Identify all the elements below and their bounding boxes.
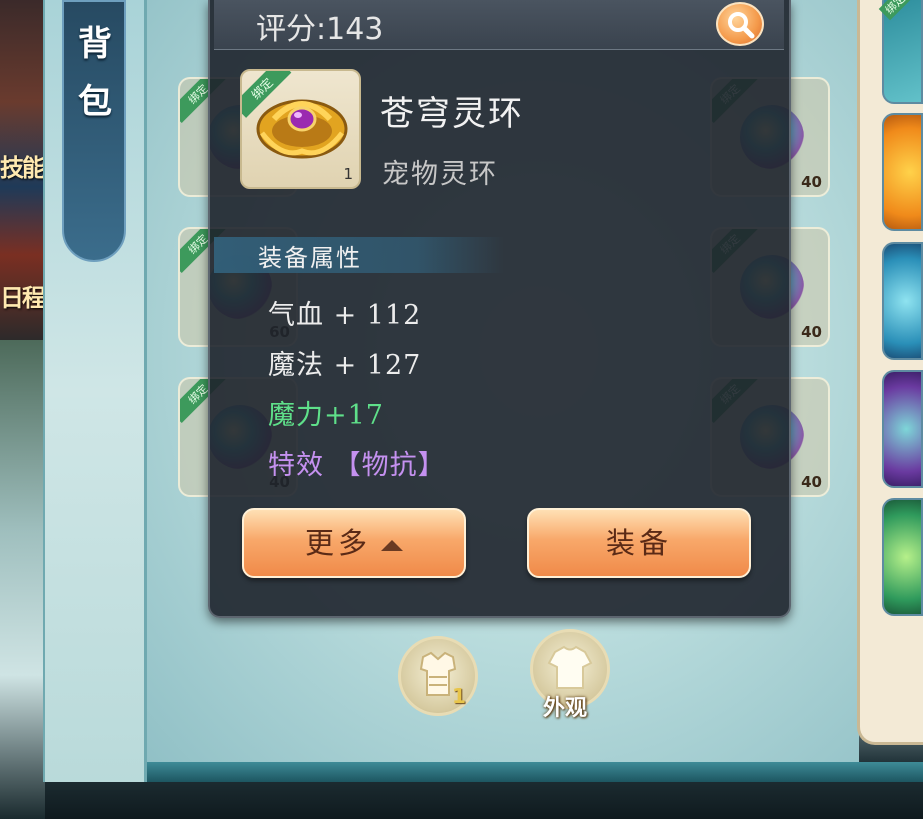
- more-button-label: 更多: [304, 526, 371, 560]
- bag-tab-char-2: 包: [78, 82, 112, 122]
- left-edge-art: 技能 日程: [0, 0, 46, 340]
- slot-level: 40: [801, 173, 822, 191]
- search-icon: [728, 12, 755, 39]
- chevron-up-icon: [381, 539, 403, 551]
- attribute-effect: 特效 【物抗】: [268, 450, 446, 481]
- left-label-skill[interactable]: 技能: [0, 148, 46, 183]
- appearance-label: 外观: [543, 695, 588, 721]
- background-scenery: [0, 340, 45, 819]
- left-label-schedule[interactable]: 日程: [0, 278, 46, 313]
- bag-tab-char-1: 背: [78, 24, 112, 64]
- score-label: 评分:143: [256, 12, 384, 47]
- attribute-magic-power: 魔力+17: [268, 400, 384, 431]
- section-title: 装备属性: [258, 244, 362, 272]
- attribute-mp: 魔法 + 127: [268, 350, 422, 381]
- item-count: 1: [343, 165, 353, 183]
- slot-level: 40: [801, 473, 822, 491]
- bind-badge: 绑定: [878, 0, 912, 21]
- armor-count: 1: [452, 684, 466, 708]
- right-panel-slot[interactable]: [882, 498, 923, 616]
- item-icon-frame[interactable]: 绑定 1: [240, 69, 361, 189]
- item-name: 苍穹灵环: [380, 94, 524, 134]
- bag-tab[interactable]: 背 包: [62, 0, 126, 262]
- right-panel-slot[interactable]: [882, 113, 923, 231]
- ring-icon: [256, 99, 348, 159]
- slot-level: 40: [801, 323, 822, 341]
- bottom-rail: [147, 762, 923, 782]
- item-type: 宠物灵环: [382, 159, 498, 190]
- right-panel-slot[interactable]: [882, 370, 923, 488]
- right-panel-slot[interactable]: 绑定: [878, 0, 923, 104]
- equip-button-label: 装备: [605, 526, 672, 560]
- equip-button[interactable]: 装备: [527, 508, 751, 578]
- search-button[interactable]: [716, 2, 764, 46]
- right-panel-slot[interactable]: [882, 242, 923, 360]
- attribute-hp: 气血 + 112: [268, 300, 422, 331]
- more-button[interactable]: 更多: [242, 508, 466, 578]
- armor-button[interactable]: [398, 636, 478, 716]
